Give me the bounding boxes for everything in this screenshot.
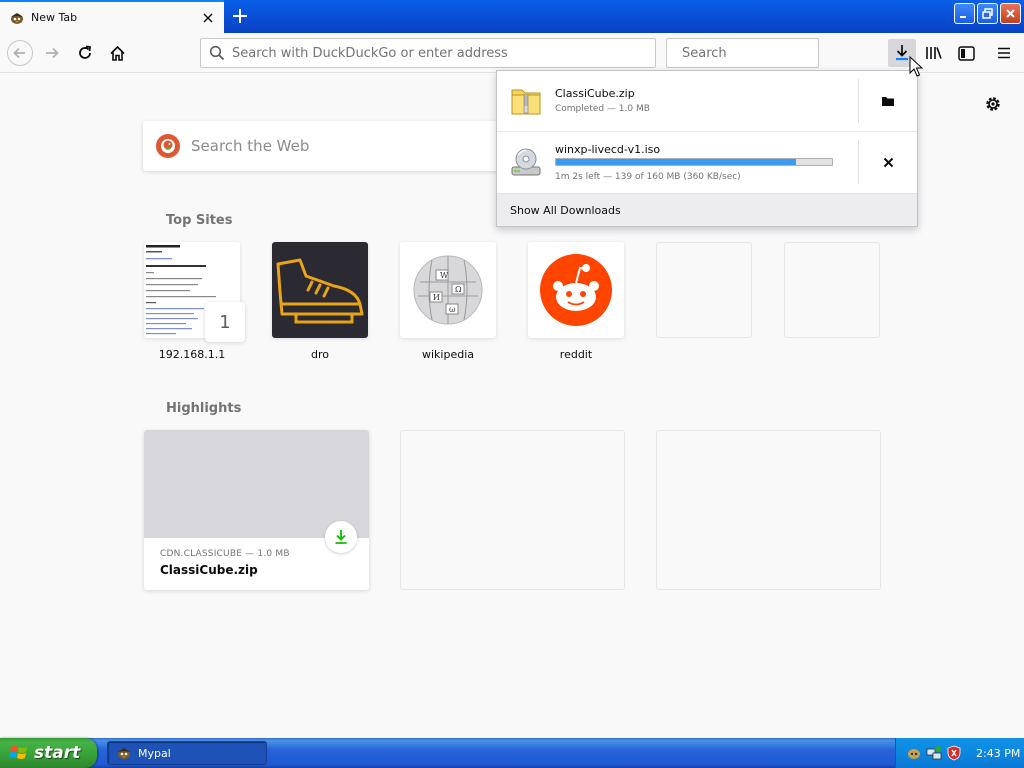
address-input[interactable] <box>232 45 655 61</box>
download-status: 1m 2s left — 139 of 160 MB (360 KB/sec) <box>555 172 741 182</box>
svg-text:W: W <box>440 271 449 280</box>
boot-icon <box>276 258 364 324</box>
svg-text:Ω: Ω <box>455 285 462 294</box>
sidebar-icon <box>957 45 975 61</box>
back-arrow-icon <box>7 40 33 66</box>
tile-favicon-badge: 1 <box>205 302 245 342</box>
top-sites-heading: Top Sites <box>166 213 233 228</box>
duckduckgo-logo-icon <box>156 134 180 158</box>
navigation-toolbar <box>0 33 1024 73</box>
download-item[interactable]: ClassiCube.zip Completed — 1.0 MB <box>497 71 917 131</box>
mypal-icon <box>11 12 23 24</box>
cancel-icon <box>883 157 893 167</box>
download-filename: ClassiCube.zip <box>555 87 635 100</box>
tab-new-tab[interactable]: New Tab <box>0 0 224 33</box>
search-input[interactable] <box>682 45 852 61</box>
forward-button[interactable] <box>38 39 66 67</box>
library-button[interactable] <box>920 39 948 67</box>
top-site-tile-wikipedia[interactable]: W Ω И ω <box>400 242 496 338</box>
new-tab-button[interactable] <box>226 4 254 28</box>
maximize-button[interactable] <box>977 3 998 24</box>
top-site-label: 192.168.1.1 <box>158 348 226 361</box>
search-bar[interactable] <box>666 38 852 68</box>
minimize-button[interactable] <box>954 3 975 24</box>
search-icon <box>209 45 225 61</box>
divider <box>858 79 859 123</box>
hamburger-menu-icon <box>998 47 1010 59</box>
start-button[interactable]: start <box>0 738 97 768</box>
open-folder-button[interactable] <box>871 84 905 118</box>
highlights-heading: Highlights <box>166 401 242 416</box>
system-tray: 2:43 PM <box>895 738 1024 768</box>
close-window-button[interactable] <box>1000 3 1021 24</box>
back-button[interactable] <box>6 39 34 67</box>
download-item[interactable]: winxp-livecd-v1.iso 1m 2s left — 139 of … <box>497 132 917 192</box>
menu-button[interactable] <box>990 39 1018 67</box>
highlight-card-empty <box>400 430 625 590</box>
show-all-downloads-button[interactable]: Show All Downloads <box>497 193 917 226</box>
tray-app-icon[interactable] <box>906 745 922 761</box>
top-site-label: wikipedia <box>421 348 474 361</box>
minimize-icon <box>960 16 966 18</box>
taskbar-item-label: Mypal <box>138 746 171 760</box>
download-icon <box>896 45 908 61</box>
library-icon <box>926 47 942 59</box>
highlight-title: ClassiCube.zip <box>160 563 258 577</box>
highlight-source: CDN.CLASSICUBE — 1.0 MB <box>160 549 290 559</box>
download-status: Completed — 1.0 MB <box>555 104 650 114</box>
svg-text:ω: ω <box>449 305 456 314</box>
top-site-label: dro <box>311 348 329 361</box>
clock: 2:43 PM <box>976 746 1021 760</box>
gear-icon[interactable] <box>983 94 1003 114</box>
address-bar[interactable] <box>200 38 656 68</box>
cancel-download-button[interactable] <box>871 145 905 179</box>
download-progress-bar <box>555 158 833 166</box>
close-icon[interactable] <box>200 10 216 26</box>
open-folder-icon <box>882 97 894 106</box>
forward-arrow-icon <box>46 47 59 59</box>
divider <box>858 140 859 184</box>
taskbar: start Mypal 2:43 PM <box>0 738 1024 768</box>
reddit-icon <box>540 254 612 326</box>
top-site-tile-reddit[interactable] <box>528 242 624 338</box>
top-site-tile-empty <box>784 242 880 338</box>
top-site-tile-dro[interactable] <box>272 242 368 338</box>
close-window-icon <box>1006 9 1015 18</box>
home-button[interactable] <box>103 39 131 67</box>
svg-text:И: И <box>433 293 440 302</box>
home-icon <box>109 45 125 61</box>
mouse-cursor-icon <box>909 56 923 77</box>
top-site-label: reddit <box>559 348 593 361</box>
mypal-icon <box>118 748 130 759</box>
start-label: start <box>34 743 81 763</box>
plus-icon <box>233 9 247 23</box>
download-filename: winxp-livecd-v1.iso <box>555 143 661 156</box>
download-badge <box>325 521 357 553</box>
highlight-card-empty <box>656 430 881 590</box>
restore-icon <box>982 8 993 19</box>
download-icon <box>335 530 347 544</box>
sidebar-button[interactable] <box>952 39 980 67</box>
highlight-card-classicube[interactable]: CDN.CLASSICUBE — 1.0 MB ClassiCube.zip <box>144 430 369 590</box>
zip-file-icon <box>511 89 541 115</box>
tab-title: New Tab <box>31 11 78 24</box>
top-site-tile-empty <box>656 242 752 338</box>
tab-strip: New Tab <box>0 0 1024 33</box>
wikipedia-globe-icon: W Ω И ω <box>413 255 483 325</box>
windows-logo-icon <box>9 746 27 759</box>
disc-image-icon <box>511 148 541 176</box>
taskbar-item-mypal[interactable]: Mypal <box>107 741 267 765</box>
reload-icon <box>79 45 92 59</box>
reload-button[interactable] <box>71 39 99 67</box>
security-shield-icon[interactable] <box>946 745 962 761</box>
window-controls <box>954 3 1021 24</box>
download-progress-fill <box>556 159 797 165</box>
network-icon[interactable] <box>926 745 942 761</box>
downloads-panel: ClassiCube.zip Completed — 1.0 MB winxp-… <box>496 70 918 227</box>
